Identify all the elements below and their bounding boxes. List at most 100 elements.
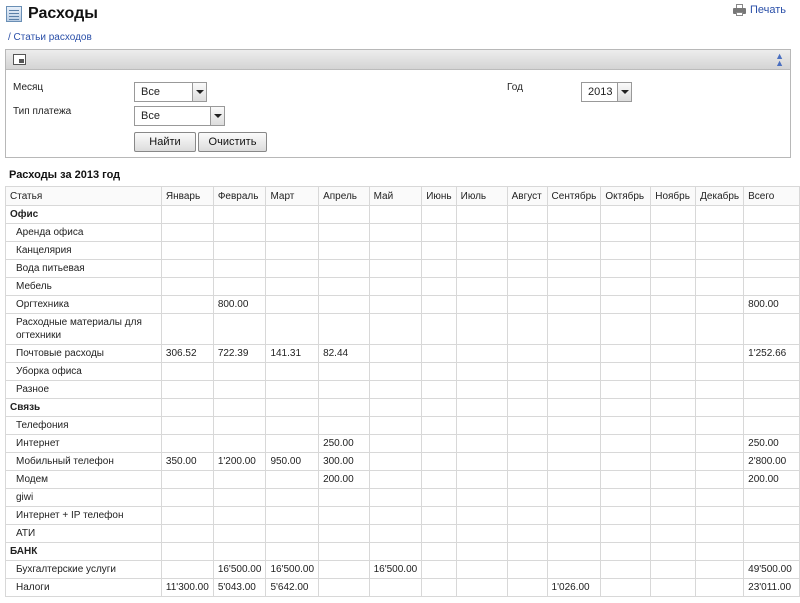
amount-cell [421, 434, 457, 453]
amount-cell [546, 223, 602, 242]
amount-cell [506, 434, 548, 453]
table-row: Модем 200.00 200.00 [5, 470, 800, 489]
amount-cell: 5'043.00 [212, 578, 267, 597]
amount-cell [318, 380, 370, 399]
clear-button[interactable]: Очистить [198, 132, 267, 152]
amount-cell [650, 344, 697, 363]
amount-cell [650, 470, 697, 489]
column-header: Ноябрь [650, 186, 697, 206]
chevron-down-icon[interactable] [192, 83, 206, 101]
amount-cell [368, 470, 423, 489]
amount-cell [212, 488, 267, 507]
amount-cell [421, 295, 457, 314]
amount-cell [650, 488, 697, 507]
amount-cell [455, 277, 508, 296]
amount-cell [265, 506, 320, 525]
amount-cell: 16'500.00 [212, 560, 267, 579]
amount-cell [650, 560, 697, 579]
amount-cell [600, 578, 652, 597]
amount-cell [265, 488, 320, 507]
amount-cell: 200.00 [318, 470, 370, 489]
expense-item-cell: Расходные материалы для огтехники [5, 313, 162, 345]
amount-cell [318, 241, 370, 260]
amount-cell [506, 488, 548, 507]
expense-item-cell: АТИ [5, 524, 162, 543]
amount-cell [455, 380, 508, 399]
amount-cell [506, 578, 548, 597]
amount-cell [650, 398, 697, 417]
amount-cell [368, 506, 423, 525]
month-select-value: Все [141, 86, 160, 98]
amount-cell [743, 313, 800, 345]
expense-item-cell: БАНК [5, 542, 162, 561]
amount-cell [160, 241, 214, 260]
table-row: Оргтехника 800.00 800.00 [5, 295, 800, 314]
amount-cell [743, 277, 800, 296]
amount-cell [265, 398, 320, 417]
amount-cell [455, 488, 508, 507]
amount-cell [506, 452, 548, 471]
amount-cell [650, 524, 697, 543]
breadcrumb[interactable]: / Статьи расходов [8, 32, 92, 43]
amount-cell [506, 362, 548, 381]
print-label: Печать [749, 4, 786, 16]
amount-cell [455, 524, 508, 543]
amount-cell [546, 398, 602, 417]
column-header: Июнь [421, 186, 457, 206]
amount-cell [600, 277, 652, 296]
amount-cell [695, 259, 745, 278]
amount-cell [650, 362, 697, 381]
chevron-down-icon[interactable] [617, 83, 631, 101]
amount-cell [212, 277, 267, 296]
expense-item-cell: Почтовые расходы [5, 344, 162, 363]
amount-cell [600, 560, 652, 579]
collapse-icon[interactable]: ▲ ▲ [775, 52, 784, 68]
amount-cell [743, 524, 800, 543]
amount-cell: 11'300.00 [160, 578, 214, 597]
amount-cell [421, 205, 457, 224]
amount-cell [421, 398, 457, 417]
payment-type-select[interactable]: Все [134, 106, 225, 126]
amount-cell [600, 542, 652, 561]
amount-cell [160, 470, 214, 489]
amount-cell [506, 313, 548, 345]
amount-cell [506, 542, 548, 561]
expense-item-cell: Оргтехника [5, 295, 162, 314]
find-button[interactable]: Найти [134, 132, 196, 152]
amount-cell [421, 488, 457, 507]
amount-cell [743, 362, 800, 381]
table-row: Мебель [5, 277, 800, 296]
table-icon [6, 6, 22, 22]
chevron-down-icon[interactable] [210, 107, 224, 125]
amount-cell [743, 205, 800, 224]
amount-cell [212, 542, 267, 561]
amount-cell [650, 223, 697, 242]
amount-cell [695, 205, 745, 224]
amount-cell [160, 277, 214, 296]
amount-cell [650, 452, 697, 471]
amount-cell [650, 205, 697, 224]
amount-cell [455, 313, 508, 345]
amount-cell [455, 398, 508, 417]
expense-item-cell: Модем [5, 470, 162, 489]
column-header: Декабрь [695, 186, 745, 206]
amount-cell [455, 416, 508, 435]
print-link[interactable]: Печать [732, 4, 786, 16]
amount-cell [421, 416, 457, 435]
year-select[interactable]: 2013 [581, 82, 632, 102]
amount-cell [695, 578, 745, 597]
amount-cell [695, 223, 745, 242]
table-header-row: Статья Январь Февраль Март Апрель Май Июнь Июль… [5, 186, 800, 206]
amount-cell: 141.31 [265, 344, 320, 363]
amount-cell [546, 434, 602, 453]
amount-cell [160, 223, 214, 242]
amount-cell [265, 380, 320, 399]
amount-cell [160, 259, 214, 278]
column-header: Январь [160, 186, 214, 206]
month-select[interactable]: Все [134, 82, 207, 102]
amount-cell: 1'200.00 [212, 452, 267, 471]
amount-cell [160, 560, 214, 579]
amount-cell [318, 542, 370, 561]
column-header: Май [368, 186, 423, 206]
amount-cell [743, 241, 800, 260]
